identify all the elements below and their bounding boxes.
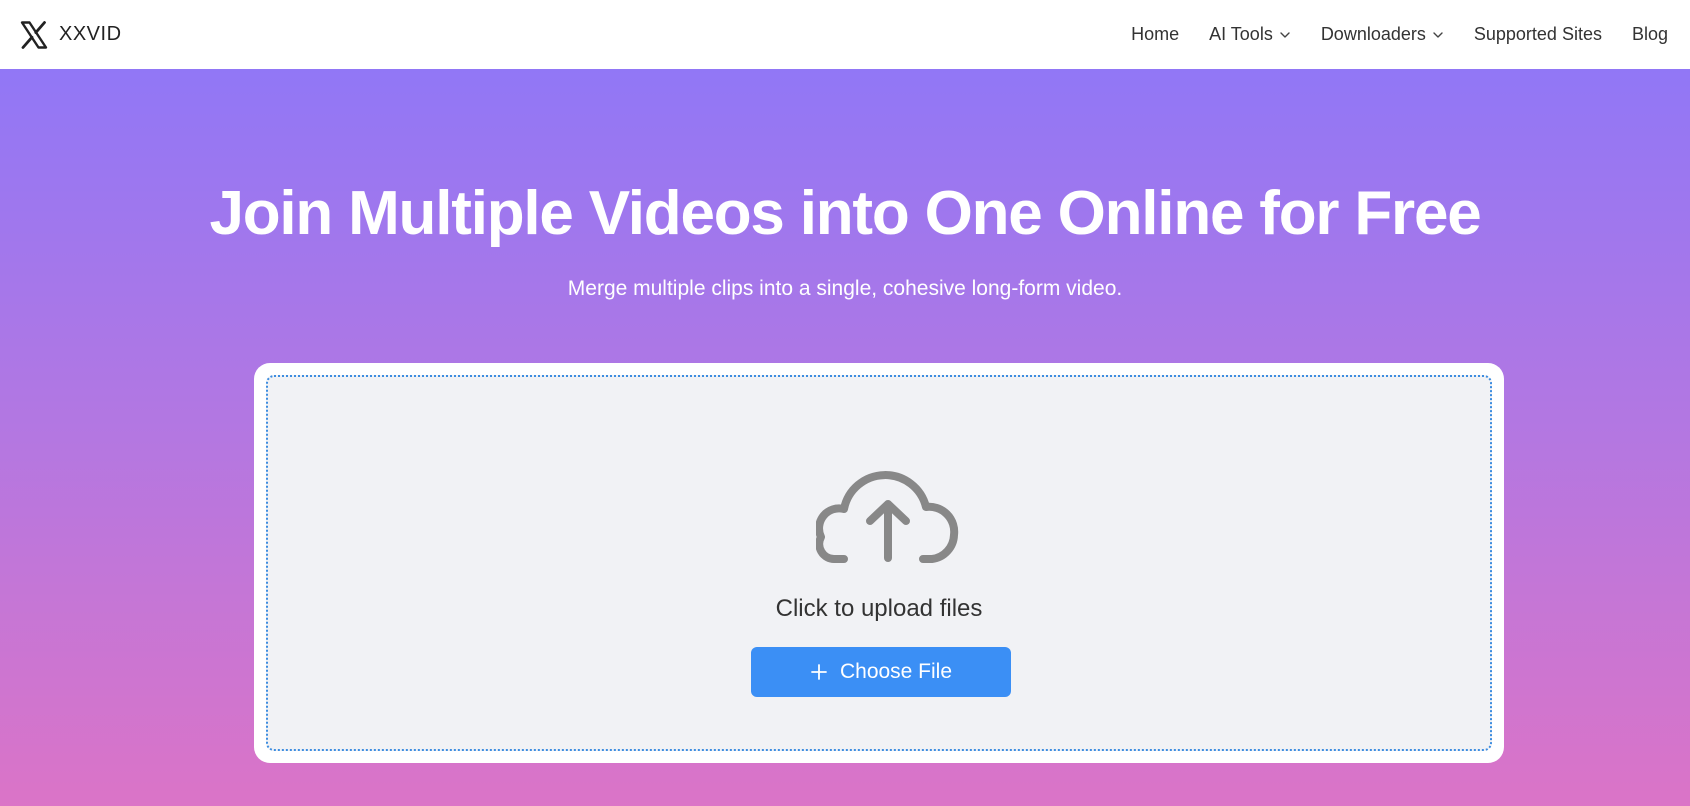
nav-home[interactable]: Home (1131, 24, 1179, 45)
choose-file-button[interactable]: Choose File (751, 647, 1011, 697)
page-subtitle: Merge multiple clips into a single, cohe… (567, 277, 1123, 300)
nav-downloaders-label: Downloaders (1320, 24, 1426, 44)
chevron-down-icon (1280, 32, 1290, 38)
nav-blog-label: Blog (1631, 24, 1668, 44)
brand-link[interactable]: XXVID (19, 20, 122, 50)
site-header: XXVID Home AI Tools Downloaders Supporte… (0, 0, 1690, 69)
nav-supported-sites[interactable]: Supported Sites (1474, 24, 1602, 45)
nav-ai-tools-label: AI Tools (1209, 24, 1273, 44)
nav-blog[interactable]: Blog (1632, 24, 1668, 45)
chevron-down-icon (1433, 32, 1443, 38)
upload-dropzone[interactable]: Click to upload files Choose File (266, 375, 1492, 751)
upload-card: Click to upload files Choose File (254, 363, 1504, 763)
cloud-upload-icon (816, 471, 959, 563)
plus-icon (811, 664, 827, 680)
page-title: Join Multiple Videos into One Online for… (209, 179, 1481, 248)
upload-prompt: Click to upload files (775, 595, 983, 622)
brand-name: XXVID (59, 23, 122, 45)
nav-home-label: Home (1131, 24, 1180, 44)
nav-ai-tools[interactable]: AI Tools (1209, 24, 1291, 45)
choose-file-label: Choose File (839, 660, 953, 683)
hero-section: Join Multiple Videos into One Online for… (0, 69, 1690, 806)
nav-supported-sites-label: Supported Sites (1473, 24, 1602, 44)
main-nav: Home AI Tools Downloaders Supported Site… (1131, 24, 1668, 45)
x-logo-icon (20, 20, 48, 49)
nav-downloaders[interactable]: Downloaders (1321, 24, 1444, 45)
